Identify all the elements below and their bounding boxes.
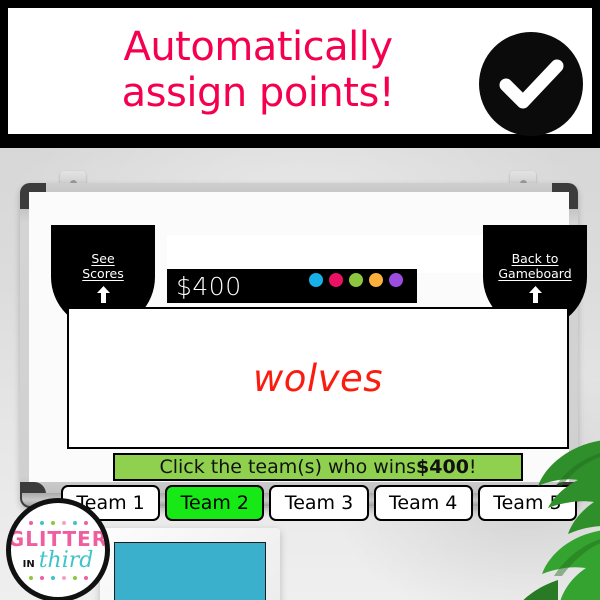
answer-text: wolves [252, 356, 384, 400]
checkmark-circle-icon [478, 31, 584, 137]
logo-word-in: IN [22, 558, 35, 570]
see-scores-label-line-2: Scores [82, 266, 124, 281]
back-to-gameboard-label: Back to Gameboard [494, 251, 575, 281]
team-button-label: Team 3 [284, 492, 354, 514]
picture-frame [100, 528, 280, 600]
team-button-2[interactable]: Team 2 [165, 485, 265, 521]
header-title-line-1: Automatically [123, 24, 393, 71]
question-title-strip [167, 235, 527, 273]
point-value-text: $400 [176, 271, 242, 301]
back-to-gameboard-label-line-2: Gameboard [498, 266, 572, 281]
see-scores-label: See Scores [78, 251, 128, 281]
up-arrow-icon [96, 286, 111, 303]
picture-frame-mat [114, 542, 266, 600]
team-color-dots [307, 271, 405, 289]
back-to-gameboard-label-line-1: Back to [511, 251, 559, 266]
classroom-photo: $400 See Scores Back to Gameboard wolves… [0, 148, 600, 600]
see-scores-label-line-1: See [91, 251, 115, 266]
logo-word-third: third [38, 547, 94, 573]
team-button-label: Team 2 [180, 492, 249, 514]
team-button-3[interactable]: Team 3 [269, 485, 369, 521]
dot-orange [367, 271, 385, 289]
header-title-line-2: assign points! [121, 70, 395, 116]
dot-pink [327, 271, 345, 289]
logo-word-glitter: GLITTER [7, 526, 109, 551]
dot-green [347, 271, 365, 289]
instruction-prefix: Click the team(s) who wins [159, 456, 417, 478]
team-button-label: Team 4 [389, 492, 458, 514]
header-title: Automatically assign points! [48, 16, 468, 126]
header-banner: Automatically assign points! [8, 8, 592, 137]
brand-logo: GLITTER IN third [6, 498, 110, 600]
logo-word-in-third: IN third [22, 547, 94, 573]
up-arrow-icon [528, 286, 543, 303]
monstera-plant [454, 434, 600, 600]
logo-dot-row-bottom [28, 575, 88, 580]
logo-dot-row-top [28, 520, 88, 525]
dot-purple [387, 271, 405, 289]
answer-box: wolves [67, 307, 569, 449]
screenshot-root: Automatically assign points! $400 See Sc… [0, 0, 600, 600]
dot-cyan [307, 271, 325, 289]
